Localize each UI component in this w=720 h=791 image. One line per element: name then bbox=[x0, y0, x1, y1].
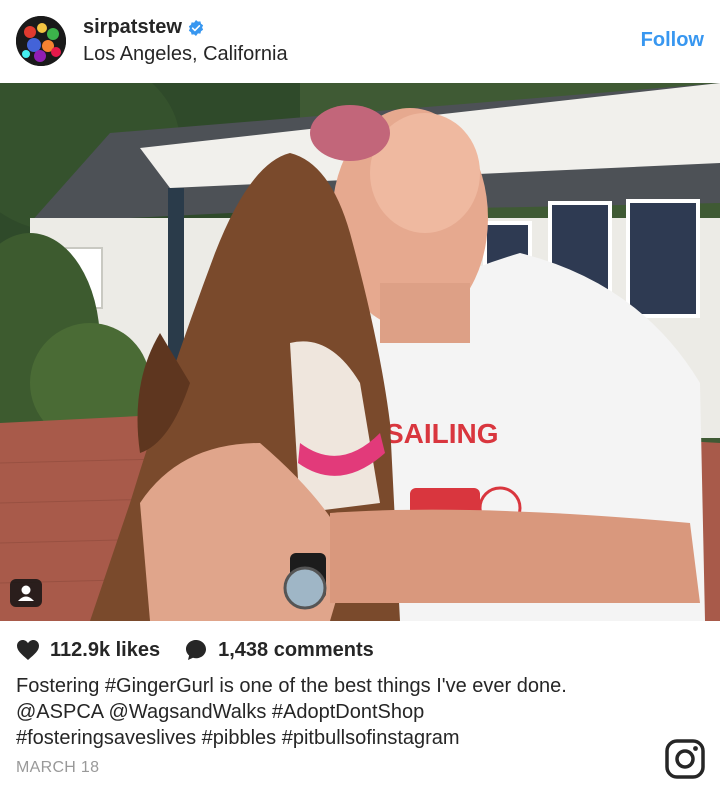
heart-icon[interactable] bbox=[16, 639, 40, 661]
comments-count: 1,438 comments bbox=[218, 638, 374, 661]
user-tag-icon bbox=[18, 585, 34, 601]
post-photo[interactable]: SAILING bbox=[0, 83, 720, 621]
username-text[interactable]: sirpatstew bbox=[83, 16, 182, 39]
post-header: sirpatstew Los Angeles, California Follo… bbox=[0, 0, 720, 83]
avatar[interactable] bbox=[16, 16, 66, 66]
username[interactable]: sirpatstew bbox=[83, 16, 204, 39]
location-link[interactable]: Los Angeles, California bbox=[83, 43, 288, 66]
comment-bubble-icon[interactable] bbox=[184, 638, 208, 662]
comments-stat[interactable]: 1,438 comments bbox=[184, 638, 374, 662]
svg-text:SAILING: SAILING bbox=[385, 418, 499, 449]
post-caption: Fostering #GingerGurl is one of the best… bbox=[16, 673, 656, 751]
user-tag-button[interactable] bbox=[10, 579, 42, 607]
post-stats: 112.9k likes 1,438 comments bbox=[16, 638, 398, 662]
follow-button[interactable]: Follow bbox=[641, 29, 704, 52]
instagram-logo-icon[interactable] bbox=[664, 738, 706, 780]
photo-image: SAILING bbox=[0, 83, 720, 621]
likes-stat[interactable]: 112.9k likes bbox=[16, 639, 160, 662]
post-date: MARCH 18 bbox=[16, 759, 100, 776]
likes-count: 112.9k likes bbox=[50, 638, 161, 661]
caption-line-2: @ASPCA @WagsandWalks #AdoptDontShop bbox=[16, 701, 425, 723]
caption-line-1: Fostering #GingerGurl is one of the best… bbox=[16, 675, 567, 697]
caption-line-3: #fosteringsaveslives #pibbles #pitbullso… bbox=[16, 727, 460, 749]
verified-badge-icon bbox=[188, 19, 204, 36]
